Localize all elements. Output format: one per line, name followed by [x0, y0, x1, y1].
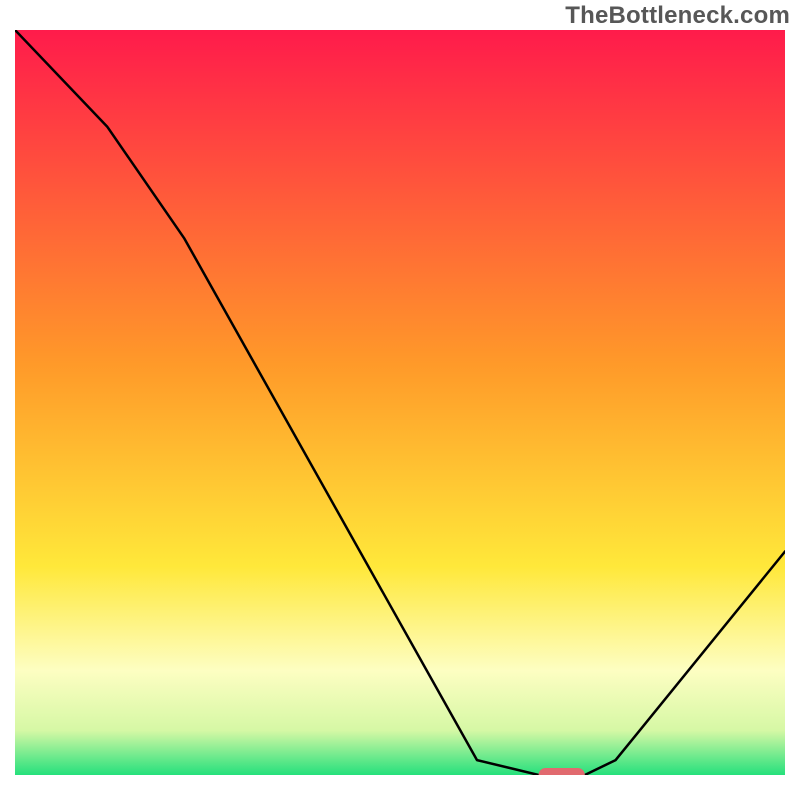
chart-svg — [15, 30, 785, 775]
chart-plot-area — [15, 30, 785, 775]
watermark-text: TheBottleneck.com — [565, 2, 790, 30]
optimum-marker — [539, 768, 585, 775]
chart-stage: TheBottleneck.com — [0, 0, 800, 800]
gradient-background — [15, 30, 785, 775]
